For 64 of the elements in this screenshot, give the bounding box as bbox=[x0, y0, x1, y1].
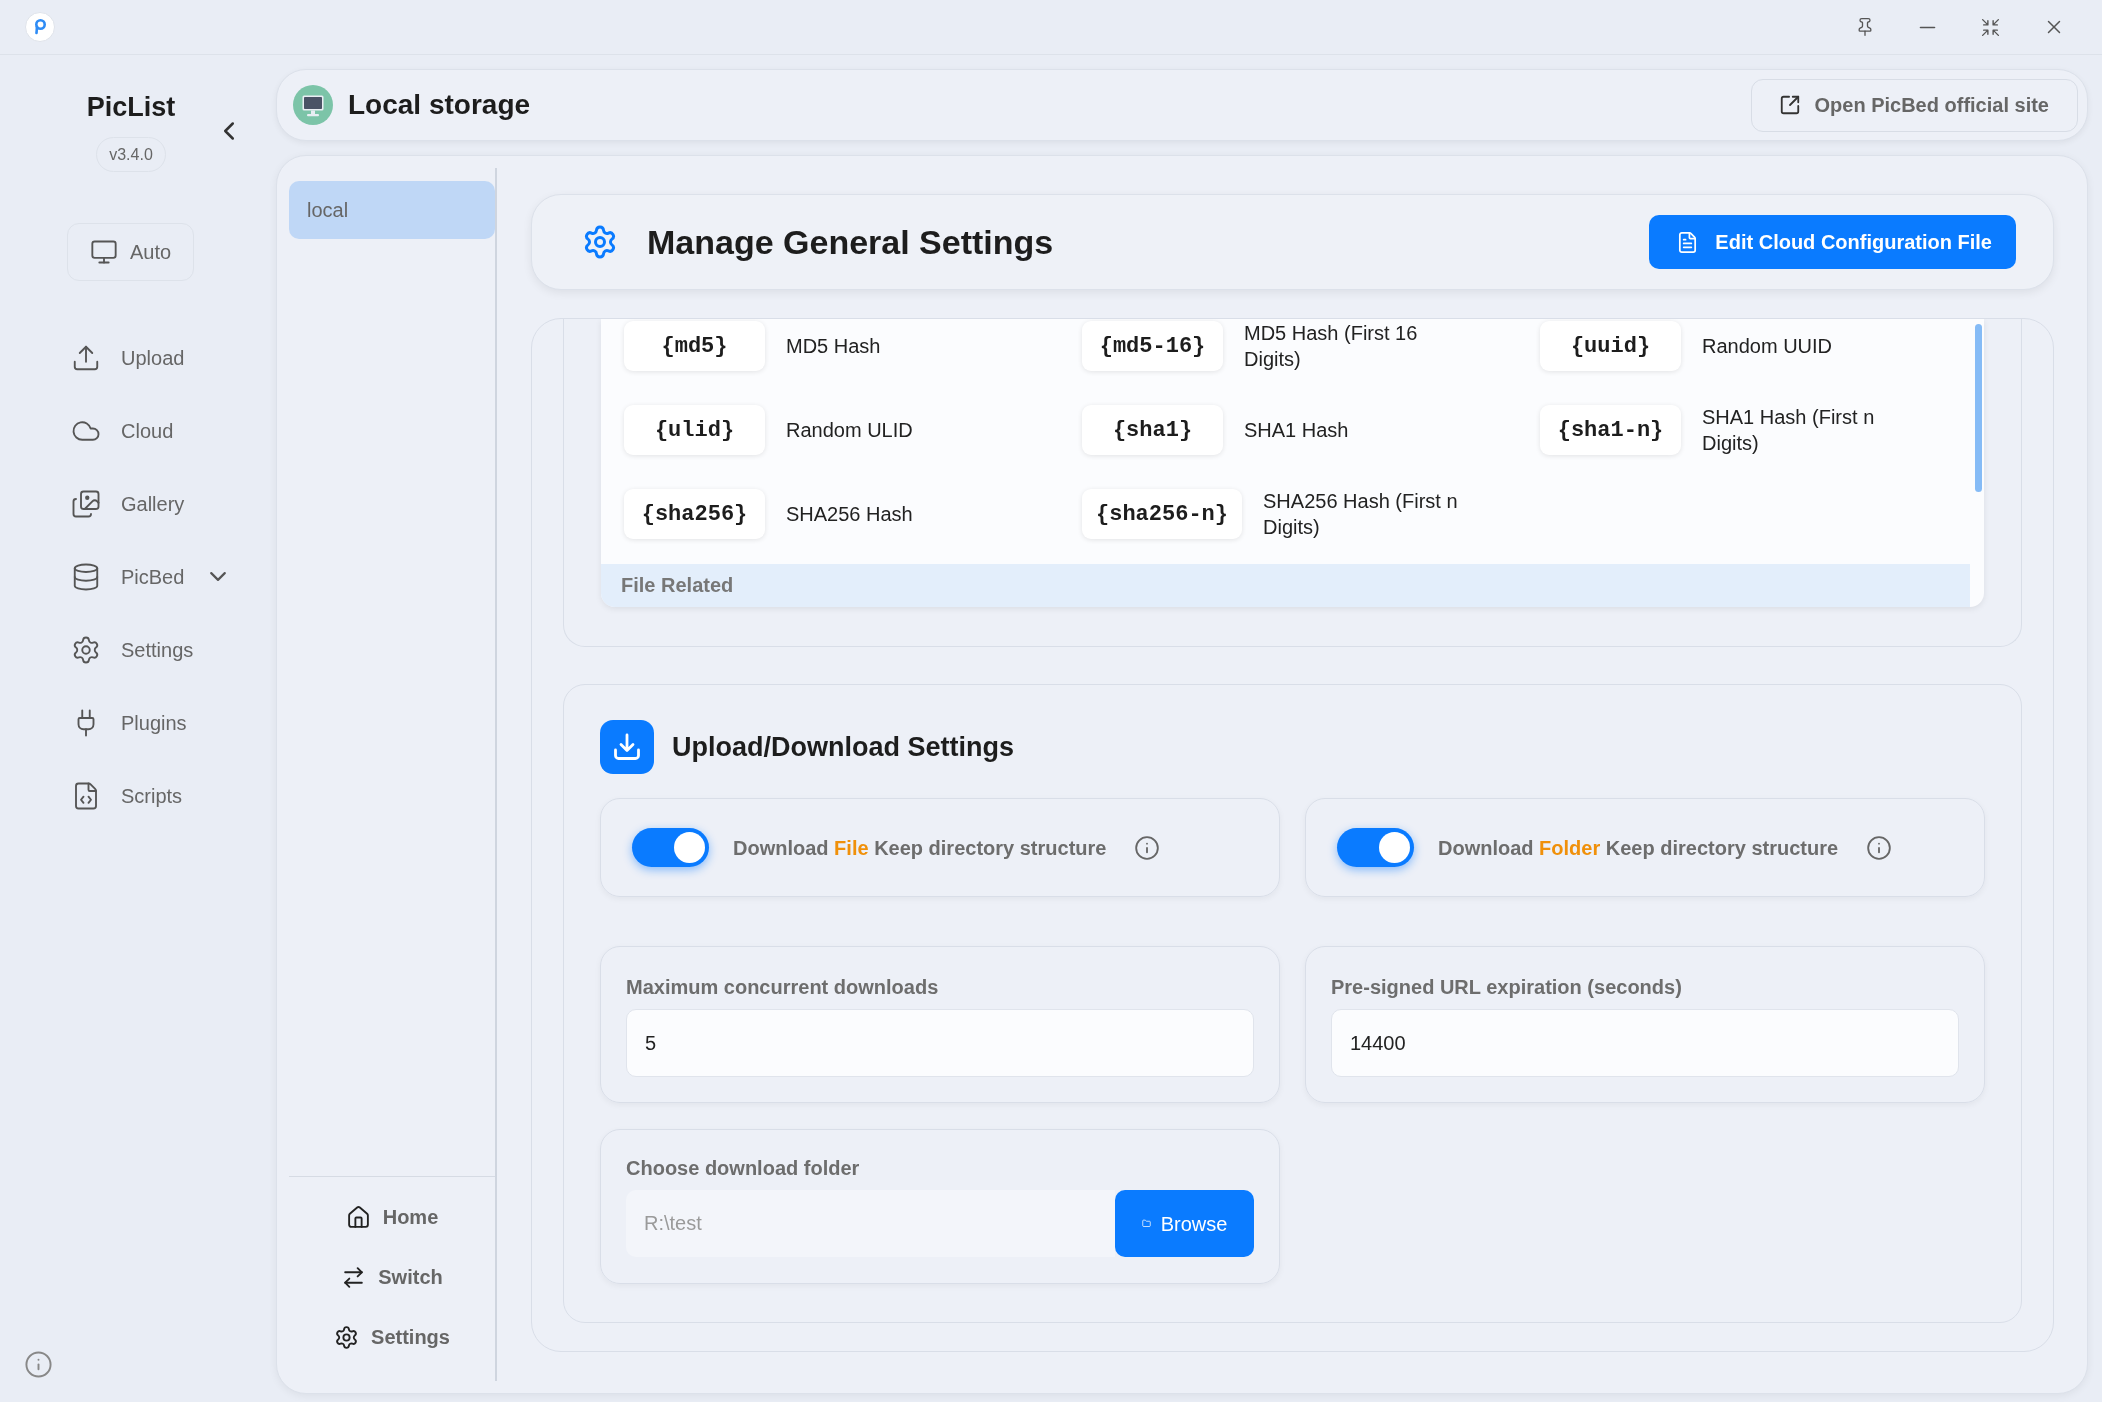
footer-nav-item[interactable]: Settings bbox=[334, 1322, 450, 1352]
section-title: Manage General Settings bbox=[647, 221, 1054, 263]
variable-token: {uuid} bbox=[1540, 321, 1681, 371]
collapse-chevron-icon[interactable] bbox=[224, 122, 234, 140]
toggle-label: Download Folder Keep directory structure bbox=[1438, 835, 1839, 861]
variable-token: {md5} bbox=[624, 321, 765, 371]
nav-item[interactable]: Settings bbox=[71, 634, 194, 665]
info-icon[interactable] bbox=[1866, 834, 1893, 861]
minimize-icon[interactable] bbox=[1918, 25, 1937, 29]
nav-item[interactable]: PicBed bbox=[71, 561, 227, 592]
nav-item[interactable]: Gallery bbox=[71, 488, 185, 519]
settings-icon bbox=[71, 634, 101, 665]
settings-icon bbox=[582, 224, 618, 260]
settings-icon bbox=[334, 1324, 360, 1350]
input-field[interactable]: 14400 bbox=[1331, 1009, 1959, 1077]
theme-button[interactable]: Auto bbox=[67, 223, 194, 281]
edit-config-button[interactable]: Edit Cloud Configuration File bbox=[1649, 215, 2016, 269]
shrink-icon[interactable] bbox=[1980, 16, 2001, 38]
footer-nav-item[interactable]: Switch bbox=[341, 1262, 443, 1292]
images-icon bbox=[71, 488, 101, 519]
variable-description: SHA1 Hash bbox=[1244, 418, 1349, 443]
variable-token: {md5-16} bbox=[1082, 321, 1223, 371]
toggle-switch[interactable] bbox=[1337, 828, 1414, 867]
card-title: Upload/Download Settings bbox=[672, 730, 1014, 764]
variable-description: SHA1 Hash (First n Digits) bbox=[1702, 405, 1876, 456]
toggle-switch[interactable] bbox=[632, 828, 709, 867]
nav-item[interactable]: Upload bbox=[71, 342, 185, 373]
nav-item[interactable]: Cloud bbox=[71, 415, 174, 446]
variable-description: MD5 Hash (First 16 Digits) bbox=[1244, 321, 1419, 372]
footer-nav-item[interactable]: Home bbox=[345, 1202, 439, 1232]
variable-description: Random ULID bbox=[786, 418, 913, 443]
chevron-down-icon bbox=[210, 572, 227, 581]
variable-description: SHA256 Hash (First n Digits) bbox=[1263, 489, 1459, 540]
variable-description: MD5 Hash bbox=[786, 334, 881, 359]
variable-token: {sha1-n} bbox=[1540, 405, 1681, 455]
variable-token: {sha256-n} bbox=[1082, 489, 1243, 539]
logo-icon bbox=[25, 12, 55, 42]
storage-item[interactable]: local bbox=[289, 181, 495, 239]
app-name: PicList bbox=[86, 91, 176, 124]
variable-description: SHA256 Hash bbox=[786, 502, 913, 527]
nav-item[interactable]: Plugins bbox=[71, 707, 187, 738]
field-label: Maximum concurrent downloads bbox=[626, 975, 940, 999]
toggle-label: Download File Keep directory structure bbox=[733, 835, 1107, 861]
field-label: Choose download folder bbox=[626, 1156, 861, 1180]
info-icon[interactable] bbox=[24, 1350, 53, 1379]
variable-token: {sha1} bbox=[1082, 405, 1223, 455]
field-label: Pre-signed URL expiration (seconds) bbox=[1331, 975, 1683, 999]
database-icon bbox=[71, 561, 101, 592]
official-site-button[interactable]: Open PicBed official site bbox=[1751, 78, 2078, 132]
monitor-icon bbox=[293, 85, 333, 125]
variable-token: {sha256} bbox=[624, 489, 765, 539]
page-title: Local storage bbox=[348, 88, 531, 122]
group-heading: File Related bbox=[621, 574, 734, 596]
variable-description: Random UUID bbox=[1702, 334, 1833, 359]
external-link-icon bbox=[1779, 94, 1802, 116]
input-field[interactable]: 5 bbox=[626, 1009, 1254, 1077]
nav-item[interactable]: Scripts bbox=[71, 780, 183, 811]
monitor-icon bbox=[89, 238, 118, 266]
folder-icon bbox=[1141, 1219, 1151, 1228]
home-icon bbox=[345, 1204, 371, 1230]
info-icon[interactable] bbox=[1134, 834, 1161, 861]
download-icon bbox=[600, 720, 654, 774]
variable-token: {ulid} bbox=[624, 405, 765, 455]
scrollbar[interactable] bbox=[1975, 324, 1982, 492]
